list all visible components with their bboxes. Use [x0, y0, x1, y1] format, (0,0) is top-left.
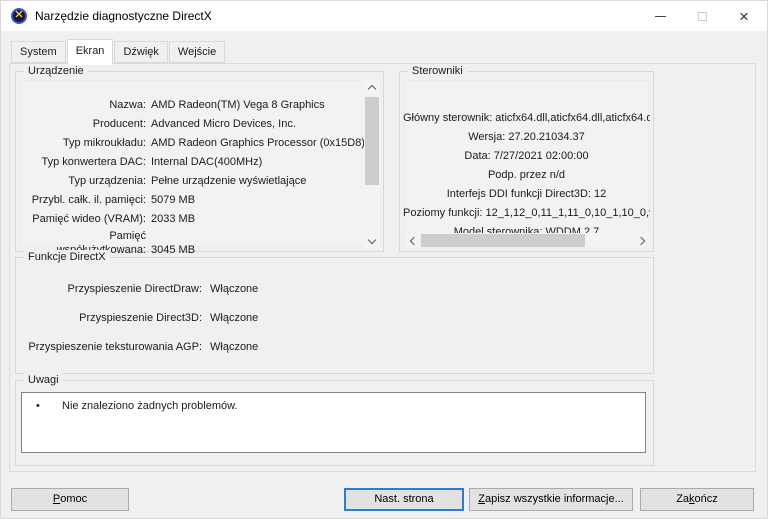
driver-info-line: Interfejs DDI funkcji Direct3D: 12: [446, 188, 607, 200]
feature-row-value: Włączone: [210, 283, 259, 295]
device-row-value: Internal DAC(400MHz): [151, 156, 263, 168]
drivers-lines: Główny sterownik: aticfx64.dll,aticfx64.…: [403, 109, 650, 242]
driver-info-line: Data: 7/27/2021 02:00:00: [464, 150, 589, 162]
device-row-label: Przybl. całk. il. pamięci:: [31, 194, 146, 206]
device-row: Pamięć wideo (VRAM): 2033 MB: [20, 210, 364, 229]
scrollbar-thumb[interactable]: [421, 234, 585, 247]
directx-app-icon: ✕: [11, 8, 27, 24]
close-icon: ×: [739, 6, 749, 26]
scroll-up-button[interactable]: [364, 80, 380, 95]
chevron-down-icon: [367, 235, 377, 245]
tab-system[interactable]: System: [11, 41, 66, 63]
save-all-information-button[interactable]: Zapisz wszystkie informacje...: [469, 488, 633, 511]
scroll-down-button[interactable]: [364, 234, 380, 249]
feature-row-label: Przyspieszenie Direct3D:: [79, 312, 202, 324]
features-groupbox-title: Funkcje DirectX: [24, 250, 110, 264]
device-row-value: AMD Radeon Graphics Processor (0x15D8): [151, 137, 365, 149]
bullet-icon: •: [36, 400, 40, 412]
device-groupbox: Urządzenie Nazwa: AMD Radeon(TM) Vega 8 …: [15, 64, 384, 256]
driver-info-line: Główny sterownik: aticfx64.dll,aticfx64.…: [403, 112, 650, 124]
drivers-groupbox-title: Sterowniki: [408, 64, 467, 78]
device-row-value: Advanced Micro Devices, Inc.: [151, 118, 296, 130]
scrollbar-thumb[interactable]: [365, 97, 379, 185]
note-item: • Nie znaleziono żadnych problemów.: [36, 398, 238, 414]
window-controls: ×: [639, 1, 765, 31]
device-row-label: Producent:: [92, 118, 146, 130]
device-row: Producent: Advanced Micro Devices, Inc.: [20, 115, 364, 134]
close-button[interactable]: ×: [723, 1, 765, 31]
driver-info-line: Podp. przez n/d: [487, 169, 566, 181]
exit-button[interactable]: Zakończ: [640, 488, 754, 511]
dxdiag-window: ✕ Narzędzie diagnostyczne DirectX × Syst…: [0, 0, 768, 519]
features-groupbox: Funkcje DirectX Przyspieszenie DirectDra…: [15, 250, 654, 374]
device-row: Typ konwertera DAC: Internal DAC(400MHz): [20, 153, 364, 172]
tab-dzwiek[interactable]: Dźwięk: [114, 41, 168, 63]
device-row-value: AMD Radeon(TM) Vega 8 Graphics: [151, 99, 325, 111]
window-title: Narzędzie diagnostyczne DirectX: [35, 9, 212, 23]
device-row-label: Nazwa:: [109, 99, 146, 111]
directx-x-glyph: ✕: [14, 9, 24, 21]
feature-row-value: Włączone: [210, 341, 259, 353]
device-row-value: 3045 MB: [151, 244, 196, 256]
help-button[interactable]: Pomoc: [11, 488, 129, 511]
next-page-button[interactable]: Nast. strona: [344, 488, 464, 511]
device-row-label: Typ urządzenia:: [68, 175, 146, 187]
scroll-left-button[interactable]: [405, 233, 420, 248]
device-vertical-scrollbar[interactable]: [364, 80, 380, 249]
feature-row-label: Przyspieszenie teksturowania AGP:: [28, 341, 202, 353]
device-rows: Nazwa: AMD Radeon(TM) Vega 8 Graphics Pr…: [20, 96, 365, 257]
notes-groupbox: Uwagi • Nie znaleziono żadnych problemów…: [15, 373, 654, 466]
device-row-value: 2033 MB: [151, 213, 196, 225]
feature-row: Przyspieszenie DirectDraw: Włączone: [20, 280, 640, 299]
maximize-button[interactable]: [681, 1, 723, 31]
tab-wejscie[interactable]: Wejście: [168, 41, 226, 63]
notes-groupbox-title: Uwagi: [24, 373, 63, 387]
device-row-value: Pełne urządzenie wyświetlające: [151, 175, 307, 187]
driver-info-line: Wersja: 27.20.21034.37: [468, 131, 585, 143]
device-row-label: Typ konwertera DAC:: [41, 156, 146, 168]
device-groupbox-title: Urządzenie: [24, 64, 88, 78]
note-text: Nie znaleziono żadnych problemów.: [62, 400, 238, 412]
scroll-right-button[interactable]: [635, 233, 650, 248]
notes-box: • Nie znaleziono żadnych problemów.: [21, 392, 646, 453]
chevron-up-icon: [367, 84, 377, 94]
device-row: Przybl. całk. il. pamięci: 5079 MB: [20, 191, 364, 210]
device-row: Nazwa: AMD Radeon(TM) Vega 8 Graphics: [20, 96, 364, 115]
device-row: Typ mikroukładu: AMD Radeon Graphics Pro…: [20, 134, 365, 153]
minimize-button[interactable]: [639, 1, 681, 31]
feature-row-label: Przyspieszenie DirectDraw:: [67, 283, 202, 295]
tab-strip: System Ekran Dźwięk Wejście: [11, 39, 226, 65]
features-rows: Przyspieszenie DirectDraw: Włączone Przy…: [20, 280, 640, 367]
device-row-value: 5079 MB: [151, 194, 196, 206]
device-row: Typ urządzenia: Pełne urządzenie wyświet…: [20, 172, 364, 191]
minimize-icon: [654, 15, 666, 17]
feature-row: Przyspieszenie teksturowania AGP: Włączo…: [20, 338, 640, 357]
chevron-left-icon: [409, 236, 419, 245]
device-row-label: Pamięć wideo (VRAM):: [32, 213, 146, 225]
maximize-icon: [697, 11, 707, 21]
device-row-label: Typ mikroukładu:: [62, 137, 146, 149]
driver-info-line: Poziomy funkcji: 12_1,12_0,11_1,11_0,10_…: [403, 207, 650, 219]
titlebar: ✕ Narzędzie diagnostyczne DirectX ×: [1, 1, 767, 31]
tab-ekran[interactable]: Ekran: [66, 39, 114, 65]
feature-row: Przyspieszenie Direct3D: Włączone: [20, 309, 640, 328]
drivers-groupbox: Sterowniki Główny sterownik: aticfx64.dl…: [399, 64, 654, 252]
chevron-right-icon: [636, 236, 646, 245]
feature-row-value: Włączone: [210, 312, 259, 324]
drivers-horizontal-scrollbar[interactable]: [405, 233, 650, 248]
